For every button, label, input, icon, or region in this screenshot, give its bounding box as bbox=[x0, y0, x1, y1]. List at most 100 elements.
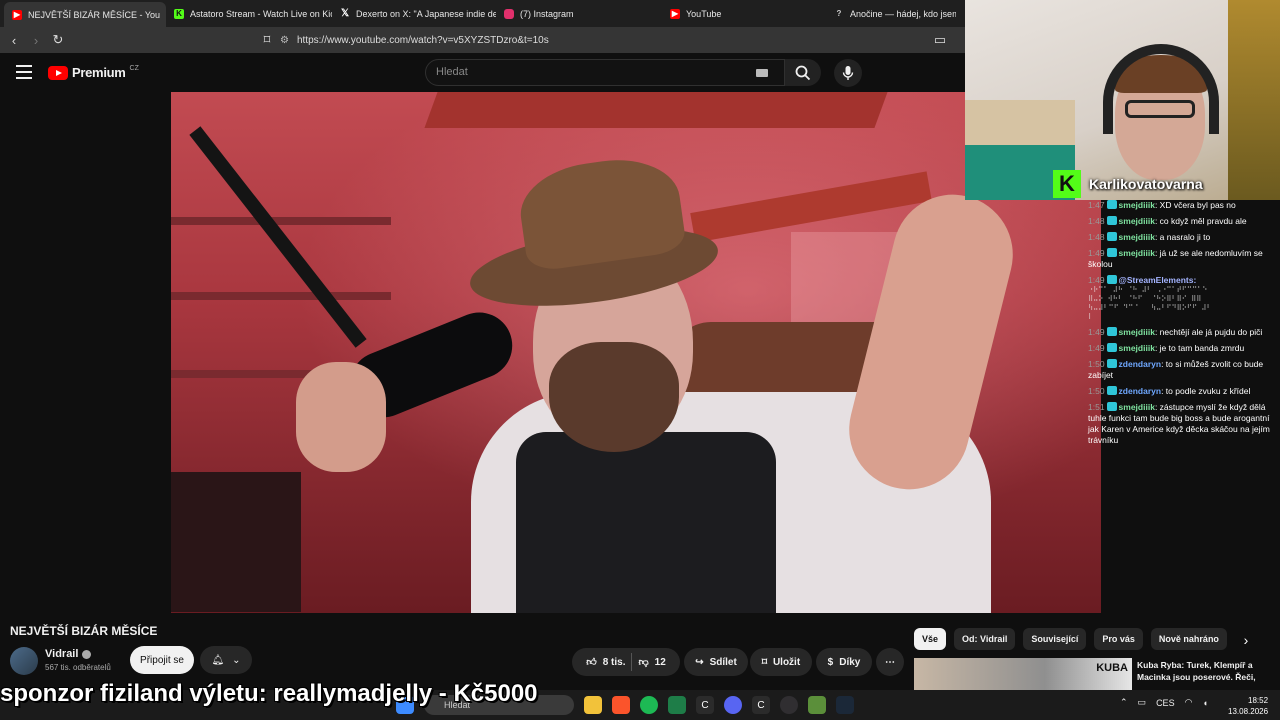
dislike-icon[interactable]: 👎︎ bbox=[638, 656, 648, 668]
browser-tab-active[interactable]: ▶ NEJVĚTŠÍ BIZÁR MĚSÍCE - You ✕ bbox=[4, 2, 166, 27]
chat-badge-icon bbox=[1106, 275, 1117, 284]
search-placeholder: Hledat bbox=[436, 66, 468, 78]
save-button[interactable]: ⌑ Uložit bbox=[750, 648, 812, 676]
chip-related[interactable]: Související bbox=[1023, 628, 1087, 650]
browser-tab[interactable]: ▶ YouTube bbox=[662, 3, 826, 25]
voice-search-button[interactable] bbox=[834, 59, 862, 87]
site-info-icon[interactable]: ⚙ bbox=[280, 35, 289, 46]
video-title: NEJVĚTŠÍ BIZÁR MĚSÍCE bbox=[10, 624, 158, 638]
search-icon bbox=[795, 65, 811, 80]
search-button[interactable] bbox=[785, 59, 821, 86]
stream-chat: 1:47 smejdiiik: XD včera byl pas no 1:48 sm… bbox=[1085, 200, 1280, 500]
thanks-icon: $ bbox=[827, 656, 834, 668]
tab-title: YouTube bbox=[686, 8, 722, 19]
notepad-icon[interactable] bbox=[668, 696, 686, 714]
related-filter-chips: Vše Od: Vidrail Související Pro vás Nově… bbox=[914, 628, 1280, 652]
browser-tab-strip: ▶ NEJVĚTŠÍ BIZÁR MĚSÍCE - You ✕ K Astato… bbox=[0, 0, 965, 27]
video-player[interactable] bbox=[171, 92, 1101, 613]
chat-username[interactable]: smejdiiik bbox=[1119, 216, 1155, 226]
chat-username[interactable]: smejdiiik bbox=[1119, 248, 1155, 258]
notifications-button[interactable]: 🔔︎ ⌄ bbox=[200, 646, 252, 674]
chip-from-channel[interactable]: Od: Vidrail bbox=[954, 628, 1016, 650]
url-field[interactable]: ⚙ https://www.youtube.com/watch?v=v5XYZS… bbox=[280, 31, 920, 49]
spotify-icon[interactable] bbox=[640, 696, 658, 714]
chip-recently-uploaded[interactable]: Nově nahráno bbox=[1150, 628, 1227, 650]
youtube-logo[interactable]: Premium CZ bbox=[48, 65, 139, 80]
back-icon[interactable]: ‹ bbox=[4, 30, 24, 50]
chat-username[interactable]: smejdiiik bbox=[1119, 327, 1155, 337]
steam-icon[interactable] bbox=[836, 696, 854, 714]
webcam-wallpaper bbox=[1228, 0, 1280, 200]
browser-tab[interactable]: (7) Instagram bbox=[496, 3, 662, 25]
search-input[interactable]: Hledat bbox=[425, 59, 785, 86]
tab-title: Astatoro Stream - Watch Live on Kick bbox=[190, 8, 332, 19]
microphone-icon bbox=[842, 66, 854, 80]
video-foreground bbox=[171, 472, 301, 612]
chat-ascii-art: ⠐⠗⠉⠁ ⠼⠓ ⠈⠓ ⠼⠃ ⠠⠐⠉⠁⠞⠋⠉⠉⠁⠑ ⠿⠤⠕ ⠺⠓⠃ ⠈⠓⠋ ⠈⠓⠕… bbox=[1088, 286, 1212, 321]
webcam-headset bbox=[1103, 44, 1219, 134]
share-button[interactable]: ↪ Sdílet bbox=[684, 648, 748, 676]
bookmark-icon[interactable]: ⌑ bbox=[257, 30, 277, 50]
chevron-down-icon: ⌄ bbox=[232, 654, 241, 666]
chat-username[interactable]: zdendaryn bbox=[1119, 359, 1162, 369]
more-actions-button[interactable]: ⋯ bbox=[876, 648, 904, 676]
wifi-icon[interactable]: ◠ bbox=[1185, 697, 1193, 708]
thanks-button[interactable]: $ Díky bbox=[816, 648, 872, 676]
chat-username[interactable]: @StreamElements: bbox=[1119, 275, 1197, 285]
address-bar-row: ‹ › ↻ ⌑ ⚙ https://www.youtube.com/watch?… bbox=[0, 27, 965, 53]
channel-avatar[interactable] bbox=[10, 647, 38, 675]
chat-username[interactable]: zdendaryn bbox=[1119, 386, 1162, 396]
browser-tab[interactable]: K Astatoro Stream - Watch Live on Kick bbox=[166, 3, 332, 25]
tab-title: (7) Instagram bbox=[520, 8, 574, 19]
chat-message: 1:47 smejdiiik: XD včera byl pas no bbox=[1085, 200, 1280, 211]
chat-timestamp: 1:48 bbox=[1088, 232, 1105, 242]
keyboard-icon[interactable] bbox=[756, 69, 768, 77]
channel-name[interactable]: Vidrail bbox=[45, 648, 92, 660]
minecraft-icon[interactable] bbox=[808, 696, 826, 714]
join-button[interactable]: Připojit se bbox=[130, 646, 194, 674]
reload-icon[interactable]: ↻ bbox=[48, 30, 68, 50]
chip-for-you[interactable]: Pro vás bbox=[1094, 628, 1143, 650]
chevron-right-icon[interactable]: › bbox=[1236, 630, 1256, 650]
chat-username[interactable]: smejdiiik bbox=[1119, 200, 1155, 210]
cursor-app-icon[interactable]: C bbox=[696, 696, 714, 714]
taskbar-clock[interactable]: 18:52 13.08.2026 bbox=[1228, 695, 1268, 717]
tab-title: Anočine — hádej, kdo jsem bbox=[850, 8, 956, 19]
related-video-title[interactable]: Kuba Ryba: Turek, Klempíř a Macinka jsou… bbox=[1137, 659, 1277, 683]
chip-all[interactable]: Vše bbox=[914, 628, 947, 650]
chat-badge-icon bbox=[1106, 359, 1117, 368]
related-video-thumbnail[interactable]: KUBA bbox=[914, 658, 1132, 690]
like-count[interactable]: 8 tis. bbox=[603, 657, 626, 668]
chat-username[interactable]: smejdiiik bbox=[1119, 402, 1155, 412]
language-indicator[interactable]: CES bbox=[1156, 698, 1175, 708]
youtube-icon: ▶ bbox=[12, 9, 22, 20]
browser-tab[interactable]: ? Anočine — hádej, kdo jsem bbox=[826, 3, 956, 25]
volume-icon[interactable]: ◖ bbox=[1202, 698, 1207, 708]
video-shelf bbox=[171, 292, 391, 300]
video-person-hand bbox=[296, 362, 386, 472]
share-label: Sdílet bbox=[709, 656, 737, 668]
tab-title: NEJVĚTŠÍ BIZÁR MĚSÍCE - You bbox=[28, 9, 161, 20]
browser-tab[interactable]: 𝕏 Dexerto on X: "A Japanese indie dev bbox=[332, 3, 496, 25]
video-person-vest bbox=[516, 432, 776, 613]
forward-icon[interactable]: › bbox=[26, 30, 46, 50]
chat-text: nechtějí ale já pujdu do piči bbox=[1159, 327, 1263, 337]
chat-username[interactable]: smejdiiik bbox=[1119, 343, 1155, 353]
chevron-up-icon[interactable]: ⌃ bbox=[1120, 697, 1128, 708]
obs-icon[interactable] bbox=[780, 696, 798, 714]
youtube-play-icon bbox=[48, 65, 68, 80]
cast-icon[interactable]: ▭ bbox=[930, 30, 950, 50]
brave-browser-icon[interactable] bbox=[612, 696, 630, 714]
app-icon[interactable]: C bbox=[752, 696, 770, 714]
network-icon[interactable]: ▭ bbox=[1138, 697, 1147, 708]
menu-icon[interactable] bbox=[16, 65, 32, 79]
dislike-count[interactable]: 12 bbox=[655, 657, 666, 668]
region-code: CZ bbox=[129, 65, 139, 72]
webcam-overlay: K Karlikovatovarna bbox=[965, 0, 1280, 200]
like-icon[interactable]: 👍︎ bbox=[586, 656, 596, 668]
file-explorer-icon[interactable] bbox=[584, 696, 602, 714]
tab-title: Dexerto on X: "A Japanese indie dev bbox=[356, 8, 496, 19]
discord-icon[interactable] bbox=[724, 696, 742, 714]
chat-username[interactable]: smejdiiik bbox=[1119, 232, 1155, 242]
chat-message: 1:49 @StreamElements: ⠐⠗⠉⠁ ⠼⠓ ⠈⠓ ⠼⠃ ⠠⠐⠉⠁⠞⠋… bbox=[1085, 275, 1280, 322]
